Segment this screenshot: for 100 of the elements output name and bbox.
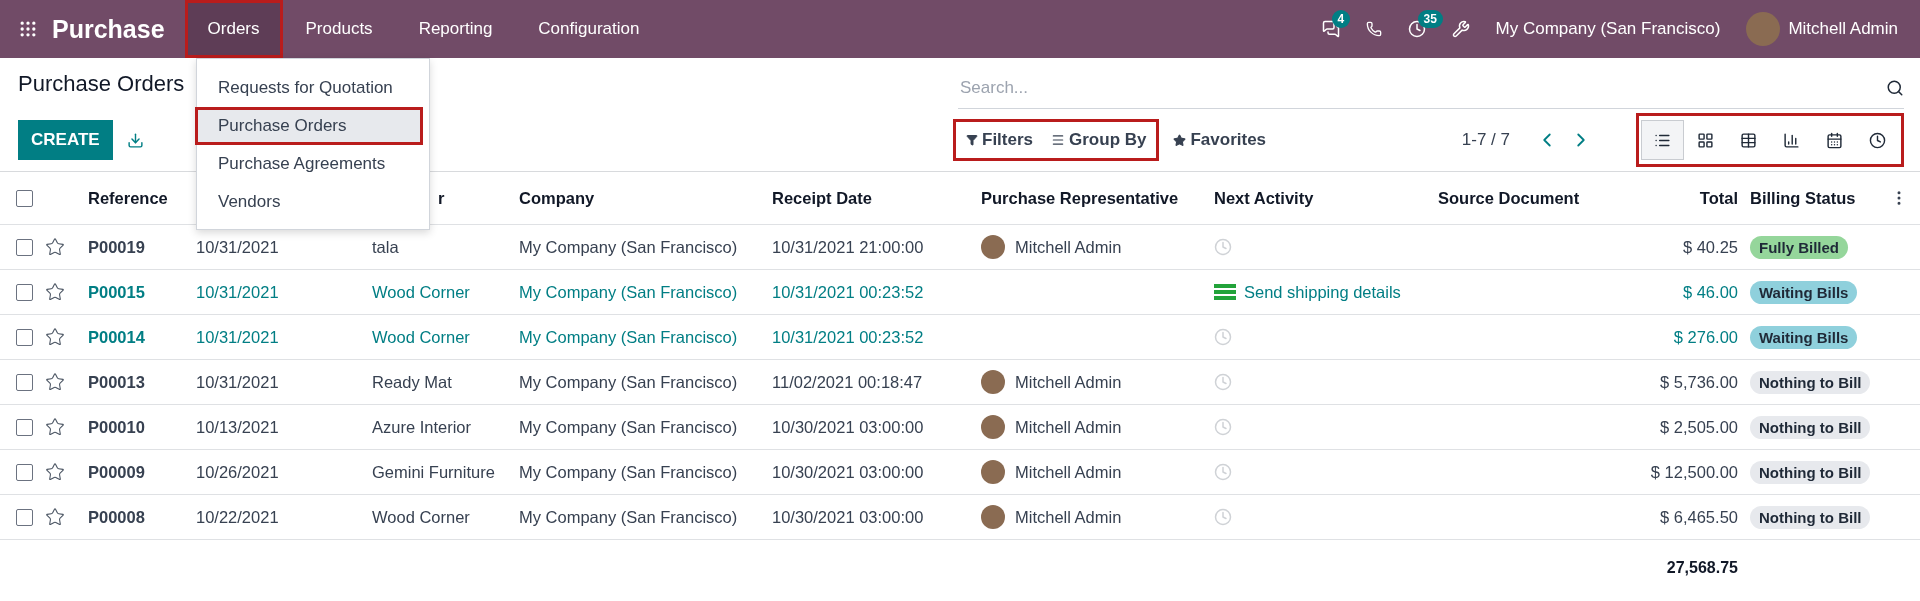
row-checkbox[interactable] [16,328,33,346]
table-cell: Mitchell Admin [1015,237,1122,257]
table-cell-text: $ 12,500.00 [1649,462,1739,482]
dropdown-item[interactable]: Vendors [195,183,423,221]
status-tag: Nothing to Bill [1750,415,1871,439]
table-cell-text: P00009 [88,462,146,482]
column-header[interactable]: Purchase Representative [981,188,1214,208]
row-checkbox[interactable] [16,238,33,256]
column-header[interactable]: Total [1600,188,1750,208]
app-title: Purchase [52,14,165,44]
star-icon[interactable] [45,417,65,437]
filter-icon [966,134,978,146]
table-cell-text: 10/31/2021 [196,237,280,257]
star-icon[interactable] [45,372,65,392]
star-icon [1173,133,1187,147]
table-cell: Mitchell Admin [1015,462,1122,482]
nav-menu-item[interactable]: Reporting [395,0,516,58]
column-header[interactable]: Receipt Date [772,188,981,208]
table-cell-text: 10/31/2021 00:23:52 [772,282,925,302]
filters-button[interactable]: Filters [960,126,1040,154]
user-avatar [981,505,1005,529]
column-header[interactable]: Reference [88,188,196,208]
row-checkbox[interactable] [16,508,33,526]
table-cell-text: 10/31/2021 [196,327,280,347]
table-cell: Mitchell Admin [1015,507,1122,527]
clock-icon [1869,131,1886,149]
table-cell-text: 10/30/2021 03:00:00 [772,462,925,482]
table-cell-text: My Company (San Francisco) [519,372,739,392]
star-icon[interactable] [45,327,65,347]
table-cell-text: 10/31/2021 [196,372,280,392]
star-icon[interactable] [45,282,65,302]
table-cell-text: $ 6,465.50 [1659,507,1739,527]
table-cell-text: 10/31/2021 00:23:52 [772,327,925,347]
star-icon[interactable] [45,507,65,527]
status-tag: Nothing to Bill [1750,460,1871,484]
apps-menu-icon[interactable] [18,19,38,39]
calendar-icon [1826,131,1843,149]
user-avatar [981,415,1005,439]
activity-clock-icon[interactable] [1407,20,1426,38]
star-icon[interactable] [45,237,65,257]
user-avatar [981,235,1005,259]
dropdown-item[interactable]: Requests for Quotation [195,69,423,107]
tools-icon[interactable] [1451,20,1470,38]
activity-count-badge: 35 [1417,10,1443,28]
table-cell-text: $ 40.25 [1681,237,1739,257]
table-cell-text: P00013 [88,372,146,392]
table-cell-text: 10/30/2021 03:00:00 [772,507,925,527]
table-cell-text: My Company (San Francisco) [519,507,739,527]
status-tag: Nothing to Bill [1750,505,1871,529]
pager-text: 1-7 / 7 [1461,130,1510,150]
column-header[interactable]: Company [519,188,772,208]
table-cell-text: My Company (San Francisco) [519,282,739,302]
view-switch-button[interactable] [1641,120,1684,160]
column-header[interactable]: Source Document [1438,188,1600,208]
status-tag: Waiting Bills [1750,280,1858,304]
column-header[interactable]: Billing Status [1750,188,1890,208]
row-checkbox[interactable] [16,418,33,436]
select-all-checkbox[interactable] [16,189,33,207]
group-by-button[interactable]: Group By [1045,126,1153,154]
column-header[interactable]: Next Activity [1214,188,1438,208]
search-icon[interactable] [1886,79,1904,97]
table-cell-text: Wood Corner [372,507,471,527]
page-title: Purchase Orders [18,70,185,97]
table-cell-text: P00008 [88,507,146,527]
table-cell-text: P00014 [88,327,146,347]
table-cell-text: P00019 [88,237,146,257]
user-avatar [981,460,1005,484]
nav-menu-item[interactable]: Products [282,0,396,58]
message-count-badge: 4 [1331,10,1351,28]
download-icon[interactable] [126,131,144,149]
row-checkbox[interactable] [16,373,33,391]
status-tag: Nothing to Bill [1750,370,1871,394]
bar-chart-icon [1783,131,1800,149]
dropdown-item[interactable]: Purchase Orders [195,107,423,145]
create-button[interactable]: CREATE [18,120,113,160]
table-cell-text: 10/30/2021 03:00:00 [772,417,925,437]
sum-total: 27,568.75 [1665,559,1739,577]
dropdown-item[interactable]: Purchase Agreements [195,145,423,183]
table-cell-text: Ready Mat [372,372,453,392]
row-checkbox[interactable] [16,283,33,301]
favorites-button[interactable]: Favorites [1167,126,1273,154]
table-cell-text: My Company (San Francisco) [519,462,739,482]
nav-menu-item[interactable]: Configuration [515,0,663,58]
user-name[interactable]: Mitchell Admin [1788,19,1898,39]
table-cell-text: P00015 [88,282,146,302]
nav-menu-item[interactable]: Orders [184,0,283,58]
table-cell-text: 10/31/2021 [196,282,280,302]
phone-icon[interactable] [1365,21,1382,37]
row-checkbox[interactable] [16,463,33,481]
table-cell-text: My Company (San Francisco) [519,237,739,257]
table-cell: Mitchell Admin [1015,372,1122,392]
activity-link[interactable]: Send shipping details [1244,282,1401,302]
company-switcher[interactable]: My Company (San Francisco) [1495,19,1721,39]
star-icon[interactable] [45,462,65,482]
table-cell-text: $ 2,505.00 [1659,417,1739,437]
table-cell-text: My Company (San Francisco) [519,327,739,347]
table-cell-text: P00010 [88,417,146,437]
search-field[interactable]: Search... [958,77,1886,99]
kanban-view-icon [1697,131,1714,149]
status-tag: Waiting Bills [1750,325,1858,349]
